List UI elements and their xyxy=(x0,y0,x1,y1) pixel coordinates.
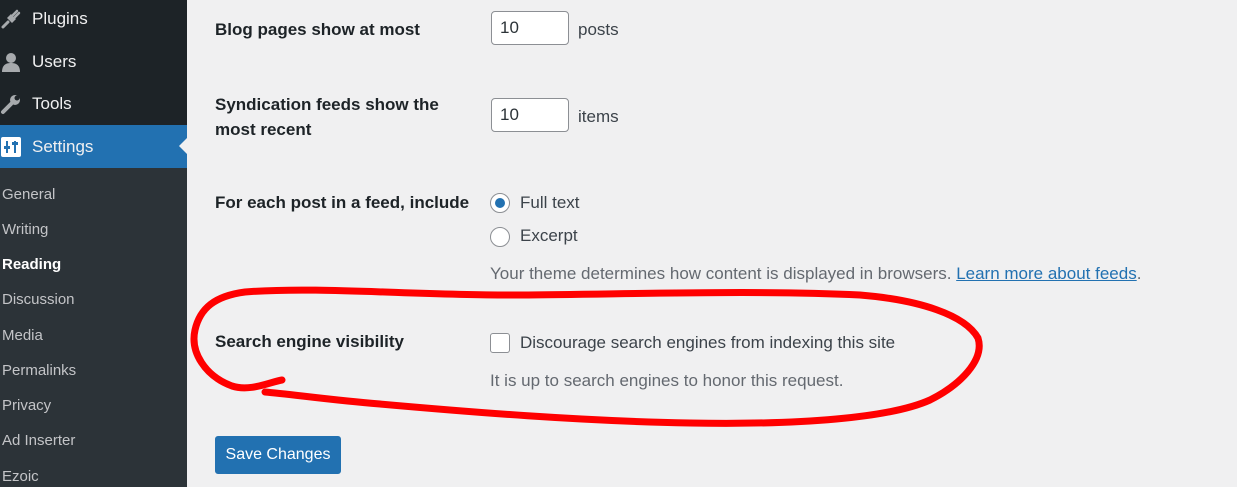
menu-item-plugins[interactable]: Plugins xyxy=(0,0,187,39)
menu-item-tools[interactable]: Tools xyxy=(0,84,187,124)
full-text-radio[interactable] xyxy=(490,193,510,213)
settings-sliders-icon xyxy=(0,136,22,158)
blog-pages-input[interactable] xyxy=(491,11,569,45)
users-icon xyxy=(0,51,22,73)
blog-pages-label: Blog pages show at most xyxy=(215,20,420,39)
feed-content-label: For each post in a feed, include xyxy=(215,193,470,212)
discourage-search-checkbox[interactable] xyxy=(490,333,510,353)
menu-item-label: Users xyxy=(32,52,77,71)
feeds-count-input[interactable] xyxy=(491,98,569,132)
search-visibility-description: It is up to search engines to honor this… xyxy=(490,371,844,390)
blog-pages-suffix: posts xyxy=(578,20,619,39)
learn-more-feeds-link[interactable]: Learn more about feeds xyxy=(956,264,1137,283)
discourage-search-label[interactable]: Discourage search engines from indexing … xyxy=(520,333,895,353)
feed-content-description: Your theme determines how content is dis… xyxy=(490,264,1141,284)
submenu-item-media[interactable]: Media xyxy=(2,326,43,346)
feeds-label: Syndication feeds show the most recent xyxy=(215,95,439,139)
plugin-icon xyxy=(0,8,22,30)
wrench-icon xyxy=(0,93,22,115)
submenu-item-ezoic[interactable]: Ezoic xyxy=(2,467,39,487)
excerpt-radio[interactable] xyxy=(490,227,510,247)
menu-item-label: Settings xyxy=(32,136,94,156)
save-changes-button[interactable]: Save Changes xyxy=(215,436,341,474)
feeds-suffix: items xyxy=(578,107,619,126)
menu-item-label: Tools xyxy=(32,94,72,113)
submenu-item-discussion[interactable]: Discussion xyxy=(2,290,75,310)
settings-submenu: General Writing Reading Discussion Media… xyxy=(0,168,187,487)
excerpt-label[interactable]: Excerpt xyxy=(520,226,578,246)
feed-description-text: Your theme determines how content is dis… xyxy=(490,264,952,283)
menu-item-settings[interactable]: Settings xyxy=(0,125,187,168)
search-visibility-label: Search engine visibility xyxy=(215,332,404,351)
submenu-item-reading[interactable]: Reading xyxy=(2,255,61,275)
full-text-label[interactable]: Full text xyxy=(520,193,580,213)
description-period: . xyxy=(1136,264,1142,283)
submenu-item-general[interactable]: General xyxy=(2,185,55,205)
admin-sidebar: Plugins Users Tools Settings General Wri… xyxy=(0,0,187,487)
menu-item-label: Plugins xyxy=(32,9,88,28)
submenu-item-privacy[interactable]: Privacy xyxy=(2,396,51,416)
submenu-item-permalinks[interactable]: Permalinks xyxy=(2,361,76,381)
submenu-item-writing[interactable]: Writing xyxy=(2,220,48,240)
submenu-item-ad-inserter[interactable]: Ad Inserter xyxy=(2,431,75,451)
menu-item-users[interactable]: Users xyxy=(0,42,187,82)
